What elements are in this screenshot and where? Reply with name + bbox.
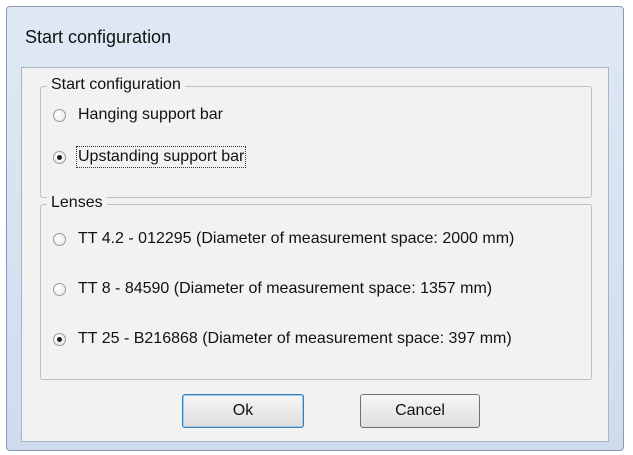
radio-label-lens-tt-25: TT 25 - B216868 (Diameter of measurement… bbox=[78, 330, 512, 347]
lenses-legend: Lenses bbox=[47, 194, 107, 212]
radio-upstanding-support-bar[interactable]: Upstanding support bar bbox=[53, 145, 247, 169]
radio-button-unchecked[interactable] bbox=[53, 232, 66, 246]
title-bar[interactable]: Start configuration bbox=[7, 7, 623, 67]
radio-label-hanging-support-bar: Hanging support bar bbox=[78, 106, 223, 123]
start-configuration-dialog: Start configuration Start configuration … bbox=[6, 6, 624, 451]
radio-button-checked[interactable] bbox=[53, 332, 66, 346]
radio-label-lens-tt-4-2: TT 4.2 - 012295 (Diameter of measurement… bbox=[78, 230, 515, 247]
dialog-title: Start configuration bbox=[25, 27, 172, 47]
radio-lens-tt-8[interactable]: TT 8 - 84590 (Diameter of measurement sp… bbox=[53, 277, 492, 301]
radio-hanging-support-bar[interactable]: Hanging support bar bbox=[53, 103, 223, 127]
radio-button-unchecked[interactable] bbox=[53, 282, 66, 296]
cancel-button[interactable]: Cancel bbox=[360, 394, 480, 428]
ok-button[interactable]: Ok bbox=[182, 394, 304, 428]
radio-label-lens-tt-8: TT 8 - 84590 (Diameter of measurement sp… bbox=[78, 280, 493, 297]
start-configuration-legend: Start configuration bbox=[47, 76, 185, 94]
radio-lens-tt-25[interactable]: TT 25 - B216868 (Diameter of measurement… bbox=[53, 327, 512, 351]
radio-button-checked[interactable] bbox=[53, 150, 66, 164]
lenses-group: Lenses TT 4.2 - 012295 (Diameter of meas… bbox=[40, 194, 592, 380]
start-configuration-group: Start configuration Hanging support bar … bbox=[40, 76, 592, 198]
radio-label-upstanding-support-bar: Upstanding support bar bbox=[75, 146, 247, 168]
radio-lens-tt-4-2[interactable]: TT 4.2 - 012295 (Diameter of measurement… bbox=[53, 227, 514, 251]
dialog-client-area: Start configuration Hanging support bar … bbox=[21, 67, 609, 442]
radio-button-unchecked[interactable] bbox=[53, 108, 66, 122]
